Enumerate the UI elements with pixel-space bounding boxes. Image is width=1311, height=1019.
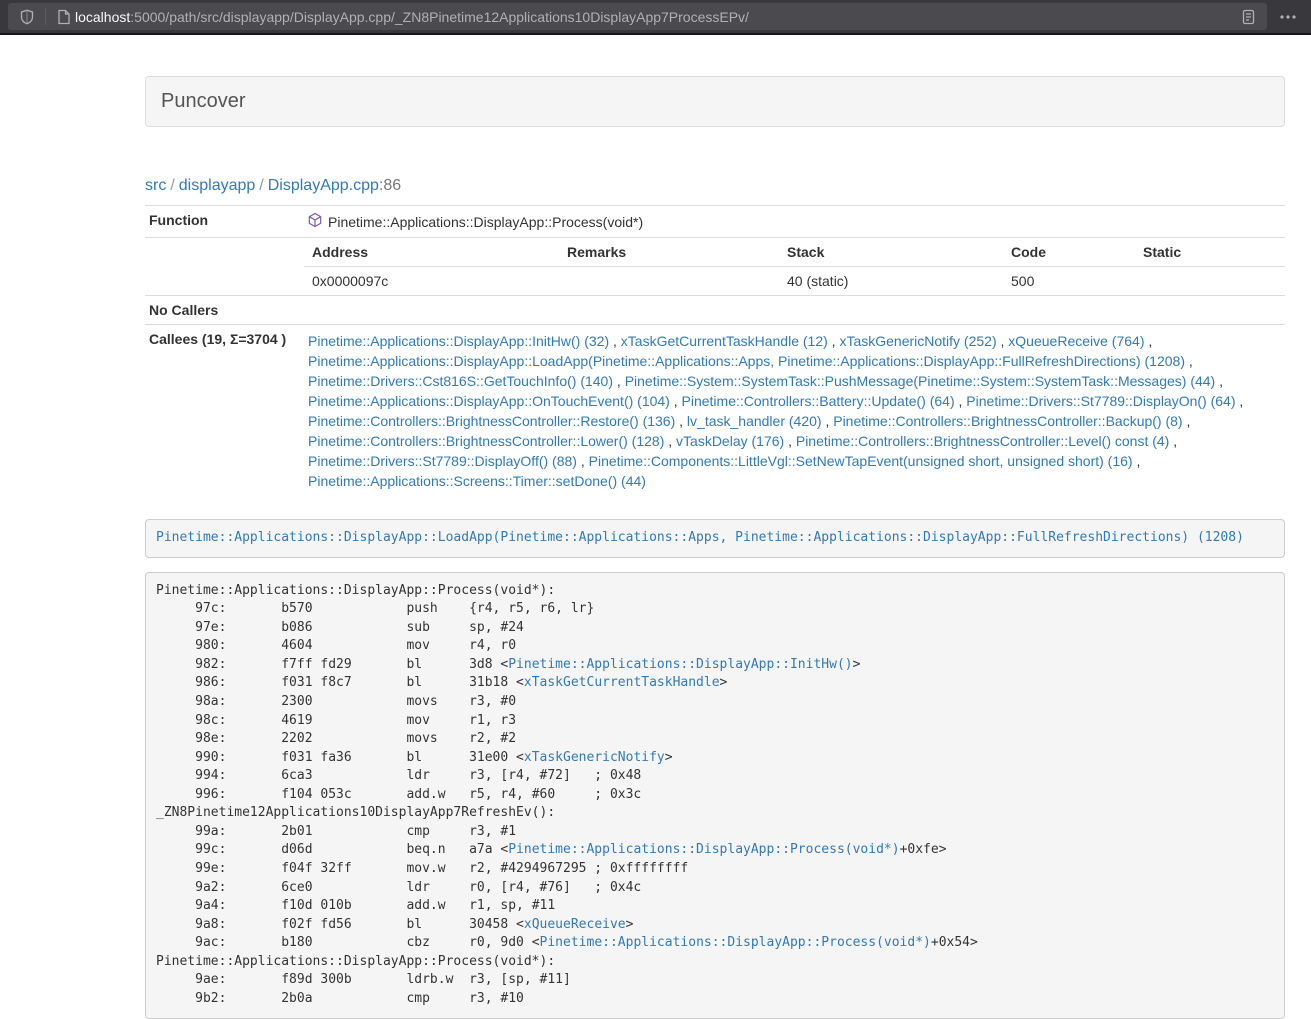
function-detail-table: Function Pinetime::Applications::Display… — [145, 205, 1285, 497]
callee-link[interactable]: xQueueReceive (764) — [1008, 333, 1144, 349]
callee-separator: , — [670, 393, 682, 409]
callee-separator: , — [1215, 373, 1223, 389]
reader-mode-icon[interactable] — [1237, 6, 1259, 28]
disassembly-symbol-link[interactable]: xTaskGetCurrentTaskHandle — [524, 675, 720, 690]
callee-link[interactable]: Pinetime::Controllers::BrightnessControl… — [308, 433, 664, 449]
column-header-code: Code — [1003, 238, 1135, 267]
callee-separator: , — [1133, 453, 1141, 469]
callee-separator: , — [784, 433, 796, 449]
disassembly-symbol-link[interactable]: Pinetime::Applications::DisplayApp::Proc… — [508, 842, 899, 857]
callees-label: Callees (19, Σ=3704 ) — [145, 325, 300, 498]
callee-separator: , — [577, 453, 589, 469]
divider — [45, 8, 46, 25]
callee-link[interactable]: xTaskGenericNotify (252) — [839, 333, 996, 349]
function-row: Function Pinetime::Applications::Display… — [145, 206, 1285, 238]
stack-value: 40 (static) — [779, 267, 1003, 296]
callees-row: Callees (19, Σ=3704 ) Pinetime::Applicat… — [145, 325, 1285, 498]
callee-link[interactable]: Pinetime::Applications::DisplayApp::Load… — [308, 353, 1185, 369]
breadcrumb-link-src[interactable]: src — [145, 177, 166, 194]
callee-link[interactable]: Pinetime::Drivers::St7789::DisplayOff() … — [308, 453, 577, 469]
cube-icon — [308, 212, 322, 231]
callee-separator: , — [613, 373, 625, 389]
shield-icon[interactable] — [16, 6, 38, 28]
callee-link[interactable]: Pinetime::System::SystemTask::PushMessag… — [625, 373, 1216, 389]
callee-link[interactable]: Pinetime::Drivers::Cst816S::GetTouchInfo… — [308, 373, 613, 389]
column-header-address: Address — [304, 238, 559, 267]
callee-link[interactable]: Pinetime::Applications::DisplayApp::Init… — [308, 333, 609, 349]
app-header-panel: Puncover — [145, 76, 1285, 127]
callee-separator: , — [675, 413, 687, 429]
breadcrumb-separator: / — [259, 177, 263, 194]
column-header-static: Static — [1135, 238, 1285, 267]
callee-link[interactable]: Pinetime::Controllers::BrightnessControl… — [833, 413, 1182, 429]
code-value: 500 — [1003, 267, 1135, 296]
callee-link[interactable]: Pinetime::Drivers::St7789::DisplayOn() (… — [966, 393, 1235, 409]
callee-link[interactable]: Pinetime::Applications::DisplayApp::OnTo… — [308, 393, 670, 409]
callee-separator: , — [1144, 333, 1152, 349]
callee-separator: , — [609, 333, 621, 349]
callee-separator: , — [828, 333, 840, 349]
url-path: :5000/path/src/displayapp/DisplayApp.cpp… — [130, 9, 749, 25]
static-value — [1135, 267, 1285, 296]
page-title: Puncover — [161, 87, 1269, 116]
callee-separator: , — [997, 333, 1009, 349]
column-header-remarks: Remarks — [559, 238, 779, 267]
table-row: 0x0000097c 40 (static) 500 — [304, 267, 1285, 296]
callee-link[interactable]: xTaskGetCurrentTaskHandle (12) — [621, 333, 828, 349]
disassembly-symbol-link[interactable]: Pinetime::Applications::DisplayApp::Init… — [508, 657, 852, 672]
callee-link[interactable]: Pinetime::Components::LittleVgl::SetNewT… — [589, 453, 1133, 469]
breadcrumb-line-number: :86 — [379, 177, 401, 194]
loadapp-highlight-box: Pinetime::Applications::DisplayApp::Load… — [145, 519, 1285, 558]
disassembly-pre: Pinetime::Applications::DisplayApp::Proc… — [145, 572, 1285, 1019]
document-icon[interactable] — [53, 6, 75, 28]
symbol-stats-row: Address Remarks Stack Code Static 0x0000… — [145, 238, 1285, 296]
callee-link[interactable]: Pinetime::Applications::Screens::Timer::… — [308, 473, 646, 489]
callers-row: No Callers — [145, 296, 1285, 325]
function-name: Pinetime::Applications::DisplayApp::Proc… — [328, 214, 643, 230]
callee-link[interactable]: lv_task_handler (420) — [687, 413, 822, 429]
browser-chrome: localhost:5000/path/src/displayapp/Displ… — [0, 0, 1311, 35]
kebab-menu-icon[interactable] — [1273, 4, 1303, 30]
url-text: localhost:5000/path/src/displayapp/Displ… — [75, 9, 1237, 25]
callee-separator: , — [664, 433, 676, 449]
breadcrumb-link-displayapp[interactable]: displayapp — [179, 177, 256, 194]
callee-link[interactable]: Pinetime::Controllers::BrightnessControl… — [308, 413, 675, 429]
breadcrumb: src/displayapp/DisplayApp.cpp:86 — [145, 177, 1285, 195]
symbol-stats-table: Address Remarks Stack Code Static 0x0000… — [304, 238, 1285, 295]
no-callers-label: No Callers — [145, 296, 300, 325]
function-label: Function — [145, 206, 300, 238]
page-content: Puncover src/displayapp/DisplayApp.cpp:8… — [145, 76, 1285, 1019]
loadapp-symbol-link[interactable]: Pinetime::Applications::DisplayApp::Load… — [156, 530, 1244, 545]
breadcrumb-link-file[interactable]: DisplayApp.cpp — [268, 177, 379, 194]
callee-link[interactable]: Pinetime::Controllers::BrightnessControl… — [796, 433, 1169, 449]
callee-link[interactable]: vTaskDelay (176) — [676, 433, 784, 449]
callees-list: Pinetime::Applications::DisplayApp::Init… — [300, 325, 1285, 498]
callee-separator: , — [1169, 433, 1177, 449]
disassembly-symbol-link[interactable]: xTaskGenericNotify — [524, 750, 665, 765]
address-value: 0x0000097c — [304, 267, 559, 296]
address-bar[interactable]: localhost:5000/path/src/displayapp/Displ… — [8, 3, 1267, 30]
callee-link[interactable]: Pinetime::Controllers::Battery::Update()… — [682, 393, 955, 409]
disassembly-symbol-link[interactable]: xQueueReceive — [524, 917, 626, 932]
disassembly-symbol-link[interactable]: Pinetime::Applications::DisplayApp::Proc… — [540, 935, 931, 950]
column-header-stack: Stack — [779, 238, 1003, 267]
callee-separator: , — [1236, 393, 1244, 409]
callee-separator: , — [955, 393, 967, 409]
url-host: localhost — [75, 9, 130, 25]
callee-separator: , — [1185, 353, 1193, 369]
remarks-value — [559, 267, 779, 296]
callee-separator: , — [1183, 413, 1191, 429]
breadcrumb-separator: / — [170, 177, 174, 194]
callee-separator: , — [822, 413, 834, 429]
